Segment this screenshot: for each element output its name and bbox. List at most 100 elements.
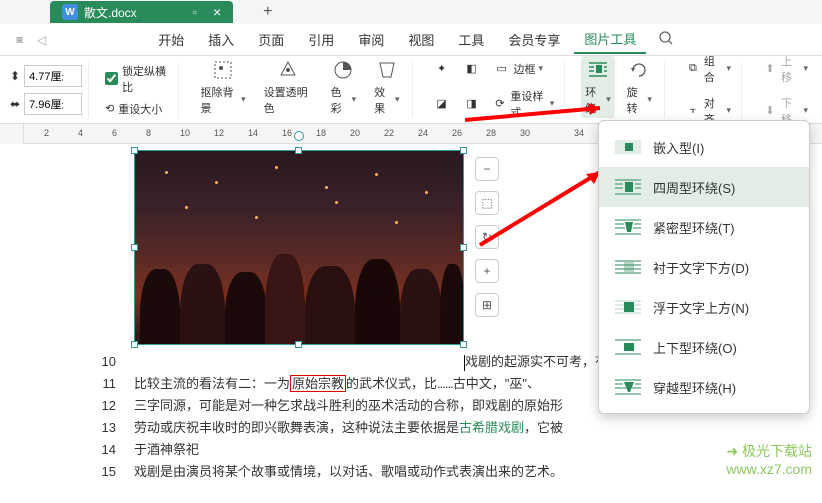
wrap-dropdown: 嵌入型(I) 四周型环绕(S) 紧密型环绕(T) 衬于文字下方(D) 浮于文字上…	[598, 120, 810, 414]
wrap-tight-icon	[615, 217, 641, 237]
lock-ratio-checkbox[interactable]: 锁定纵横比	[105, 63, 171, 95]
height-input[interactable]	[24, 65, 82, 87]
word-doc-icon: W	[62, 4, 78, 20]
resize-handle-tl[interactable]	[131, 147, 138, 154]
reset-style-icon: ⟳	[493, 95, 508, 113]
text-line: 15戏剧是由演员将某个故事或情境，以对话、歌唱或动作式表演出来的艺术。	[94, 461, 822, 483]
align-icon: ⫟	[685, 102, 701, 120]
reflect-icon: ◨	[463, 95, 481, 113]
adjust-button[interactable]: ◧	[459, 58, 485, 80]
menu-image-tools[interactable]: 图片工具	[574, 25, 646, 54]
highlighted-text: 原始宗教	[290, 375, 346, 392]
transparent-icon	[276, 58, 300, 82]
wrap-inline-icon	[615, 137, 641, 157]
remove-bg-button[interactable]: 抠除背景▾	[195, 56, 252, 118]
wrap-through-icon	[615, 377, 641, 397]
height-icon: ⬍	[10, 69, 20, 83]
wrap-inline-item[interactable]: 嵌入型(I)	[599, 127, 809, 167]
menu-insert[interactable]: 插入	[198, 26, 244, 53]
text-line: 13劳动或庆祝丰收时的即兴歌舞表演，这种说法主要依据是古希腊戏剧，它被	[94, 417, 822, 439]
link-text[interactable]: 古希腊戏剧	[459, 420, 524, 435]
search-icon[interactable]	[650, 26, 682, 53]
zoom-in-button[interactable]: +	[475, 259, 499, 283]
tab-close-icon[interactable]: ×	[213, 4, 221, 20]
wrap-through-item[interactable]: 穿越型环绕(H)	[599, 367, 809, 407]
tab-menu-icon[interactable]: ▫	[193, 5, 197, 19]
wrap-item-label: 嵌入型(I)	[653, 138, 704, 157]
wrap-front-item[interactable]: 浮于文字上方(N)	[599, 287, 809, 327]
wrap-item-label: 紧密型环绕(T)	[653, 218, 735, 237]
vertical-ruler	[0, 124, 24, 144]
border-icon: ▭	[493, 60, 511, 78]
reflect-button[interactable]: ◨	[459, 93, 485, 115]
document-tab[interactable]: W 散文.docx ▫ ×	[50, 1, 233, 23]
menu-file-icon[interactable]: ≡	[10, 33, 29, 47]
shadow-icon: ◪	[433, 95, 451, 113]
width-input[interactable]	[24, 93, 82, 115]
line-13-text[interactable]: 劳动或庆祝丰收时的即兴歌舞表演，这种说法主要依据是古希腊戏剧，它被	[134, 417, 822, 439]
width-icon: ⬌	[10, 97, 20, 111]
resize-handle-tr[interactable]	[460, 147, 467, 154]
remove-bg-icon	[211, 58, 235, 82]
effects-button[interactable]: 效果▾	[368, 56, 405, 118]
new-tab-button[interactable]: +	[257, 3, 278, 21]
move-down-icon: ⬇	[762, 102, 778, 120]
rotate-button[interactable]: 旋转▾	[621, 56, 658, 118]
wrap-topbottom-icon	[615, 337, 641, 357]
reset-style-button[interactable]: ⟳重设样式▾	[489, 86, 559, 122]
reset-size-button[interactable]: ⟲ 重设大小	[105, 101, 171, 117]
wrap-square-item[interactable]: 四周型环绕(S)	[599, 167, 809, 207]
line-15-text[interactable]: 戏剧是由演员将某个故事或情境，以对话、歌唱或动作式表演出来的艺术。	[134, 461, 822, 483]
menu-view[interactable]: 视图	[398, 26, 444, 53]
wrap-item-label: 浮于文字上方(N)	[653, 298, 749, 317]
wrap-item-label: 四周型环绕(S)	[653, 178, 735, 197]
crop-button[interactable]: ⬚	[475, 191, 499, 215]
wrap-icon	[586, 58, 610, 82]
text-line: 14于酒神祭祀	[94, 439, 822, 461]
resize-handle-ml[interactable]	[131, 244, 138, 251]
menu-start[interactable]: 开始	[148, 26, 194, 53]
menu-member[interactable]: 会员专享	[498, 26, 570, 53]
wrap-square-icon	[615, 177, 641, 197]
shadow-button[interactable]: ◪	[429, 93, 455, 115]
watermark: ➜ 极光下载站 www.xz7.com	[726, 441, 812, 477]
line-14-text[interactable]: 于酒神祭祀	[134, 439, 822, 461]
image-side-tools: − ⬚ ↻ + ⊞	[475, 157, 499, 317]
colors-icon	[331, 58, 355, 82]
resize-handle-tm[interactable]	[295, 147, 302, 154]
wrap-front-icon	[615, 297, 641, 317]
reset-size-label: 重设大小	[118, 101, 162, 117]
border-button[interactable]: ▭边框▾	[489, 58, 548, 80]
group-button[interactable]: ⧉组合▾	[681, 51, 735, 87]
colors-button[interactable]: 色彩▾	[325, 56, 362, 118]
more-tools-button[interactable]: ⊞	[475, 293, 499, 317]
selected-image[interactable]: − ⬚ ↻ + ⊞	[134, 150, 464, 345]
wrap-button[interactable]: 环绕▾	[581, 56, 614, 118]
wrap-tight-item[interactable]: 紧密型环绕(T)	[599, 207, 809, 247]
menu-page[interactable]: 页面	[248, 26, 294, 53]
menu-prev-icon[interactable]: ◁	[33, 33, 50, 47]
transparent-button[interactable]: 设置透明色	[258, 56, 319, 118]
reset-size-icon: ⟲	[105, 102, 114, 115]
crop-fill-icon: ✦	[433, 60, 451, 78]
move-up-button: ⬆上移▾	[758, 51, 812, 87]
wrap-topbottom-item[interactable]: 上下型环绕(O)	[599, 327, 809, 367]
menu-tools[interactable]: 工具	[448, 26, 494, 53]
resize-handle-bm[interactable]	[295, 341, 302, 348]
group-icon: ⧉	[685, 60, 701, 78]
menu-reference[interactable]: 引用	[298, 26, 344, 53]
rotate-tool-button[interactable]: ↻	[475, 225, 499, 249]
rotate-handle[interactable]	[294, 131, 304, 141]
image-toolbar: ⬍ ⬌ 锁定纵横比 ⟲ 重设大小 抠除背景▾ 设置透明色 色彩▾	[0, 56, 822, 124]
zoom-out-button[interactable]: −	[475, 157, 499, 181]
wrap-behind-item[interactable]: 衬于文字下方(D)	[599, 247, 809, 287]
wrap-item-label: 穿越型环绕(H)	[653, 378, 736, 397]
wrap-item-label: 上下型环绕(O)	[653, 338, 737, 357]
lock-ratio-label: 锁定纵横比	[122, 63, 171, 95]
resize-handle-bl[interactable]	[131, 341, 138, 348]
crop-fill-button[interactable]: ✦	[429, 58, 455, 80]
resize-handle-mr[interactable]	[460, 244, 467, 251]
menu-review[interactable]: 审阅	[348, 26, 394, 53]
wrap-behind-icon	[615, 257, 641, 277]
resize-handle-br[interactable]	[460, 341, 467, 348]
